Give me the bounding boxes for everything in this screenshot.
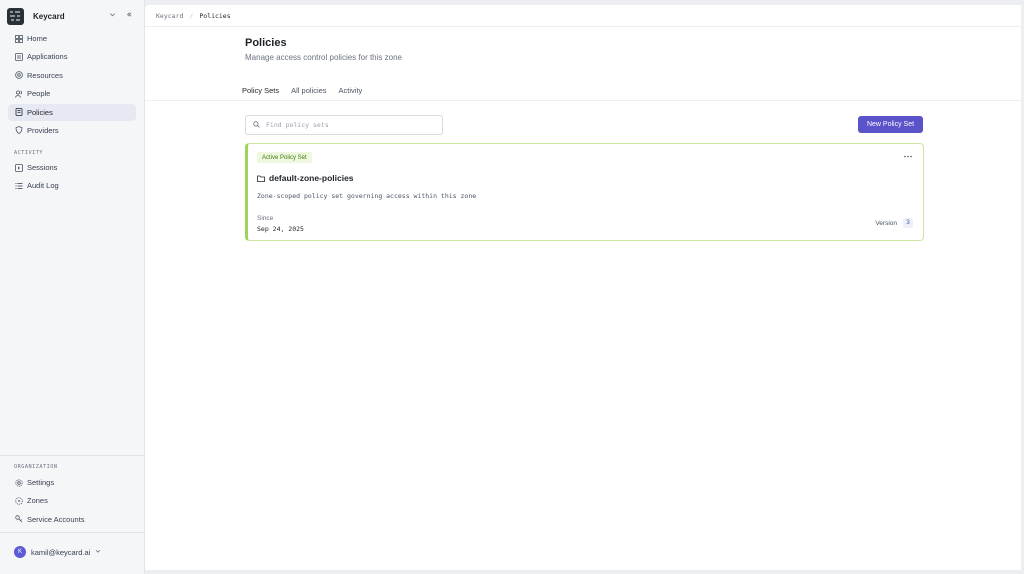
avatar: K: [14, 546, 26, 558]
tabs-divider: [145, 100, 1021, 101]
new-policy-set-button[interactable]: New Policy Set: [858, 116, 923, 133]
workspace-switcher[interactable]: Keycard: [7, 7, 137, 25]
sidebar-item-settings[interactable]: Settings: [8, 474, 136, 491]
section-label-organization: ORGANIZATION: [14, 464, 58, 470]
version-badge: 3: [903, 218, 913, 228]
since-label: Since: [257, 215, 274, 222]
sidebar-item-applications[interactable]: Applications: [8, 48, 136, 65]
gear-icon: [14, 478, 24, 487]
sidebar-item-label: Sessions: [27, 163, 58, 172]
chevron-down-icon[interactable]: [109, 11, 116, 20]
zones-icon: [14, 497, 24, 505]
sidebar-item-label: Settings: [27, 478, 55, 487]
sidebar: Keycard Home Applications Resources Peop…: [0, 0, 145, 574]
collapse-icon[interactable]: [125, 11, 132, 20]
sidebar-item-audit-log[interactable]: Audit Log: [8, 177, 136, 194]
more-options-icon[interactable]: [904, 150, 912, 160]
sidebar-item-service-accounts[interactable]: Service Accounts: [8, 511, 136, 528]
sidebar-item-label: Home: [27, 34, 48, 43]
breadcrumb-current: Policies: [199, 11, 231, 20]
version-label: Version: [875, 219, 897, 227]
applications-icon: [14, 52, 24, 61]
tab-bar: Policy Sets All policies Activity: [237, 81, 369, 101]
sidebar-item-home[interactable]: Home: [8, 30, 136, 47]
search-input[interactable]: [266, 121, 436, 129]
sessions-icon: [14, 163, 24, 172]
sidebar-item-resources[interactable]: Resources: [8, 67, 136, 84]
sidebar-divider: [0, 455, 145, 456]
key-icon: [14, 515, 24, 523]
sidebar-item-providers[interactable]: Providers: [8, 122, 136, 139]
policies-icon: [14, 108, 24, 116]
sidebar-item-label: Resources: [27, 70, 63, 80]
folder-icon: [257, 175, 265, 182]
chevron-down-icon: [95, 548, 101, 556]
sidebar-item-sessions[interactable]: Sessions: [8, 159, 136, 176]
version-info: Version 3: [875, 218, 913, 228]
page-title: Policies: [245, 37, 287, 49]
app: Keycard Home Applications Resources Peop…: [0, 0, 1024, 574]
shield-icon: [14, 126, 24, 135]
sidebar-item-label: Audit Log: [27, 181, 59, 191]
breadcrumb-separator: /: [189, 11, 194, 20]
breadcrumb: Keycard / Policies: [145, 5, 1021, 27]
policy-set-title[interactable]: default-zone-policies: [257, 173, 354, 183]
keycard-logo: [7, 7, 24, 25]
main-content: Keycard / Policies Policies Manage acces…: [145, 5, 1021, 570]
since-date: Sep 24, 2025: [257, 225, 304, 233]
workspace-name: Keycard: [33, 11, 65, 21]
policy-set-name: default-zone-policies: [269, 173, 354, 183]
policy-set-description: Zone-scoped policy set governing access …: [257, 192, 477, 200]
tab-all-policies[interactable]: All policies: [286, 81, 331, 100]
sidebar-item-label: People: [27, 89, 51, 99]
sidebar-divider: [0, 532, 145, 533]
page-subtitle: Manage access control policies for this …: [245, 53, 402, 62]
breadcrumb-root[interactable]: Keycard: [156, 12, 183, 20]
user-email: kamil@keycard.ai: [31, 547, 91, 557]
resources-icon: [14, 71, 24, 80]
sidebar-item-label: Applications: [27, 52, 68, 62]
people-icon: [14, 90, 24, 98]
sidebar-item-label: Policies: [27, 107, 53, 117]
home-icon: [14, 34, 24, 43]
main-nav: Home Applications Resources People Polic…: [8, 30, 136, 140]
sidebar-item-zones[interactable]: Zones: [8, 492, 136, 509]
sidebar-item-label: Providers: [27, 125, 59, 135]
search-icon: [253, 120, 260, 130]
user-menu[interactable]: K kamil@keycard.ai: [14, 546, 101, 558]
status-badge: Active Policy Set: [257, 152, 312, 163]
tab-activity[interactable]: Activity: [334, 81, 368, 100]
search-box[interactable]: [245, 115, 443, 135]
organization-nav: Settings Zones Service Accounts: [8, 474, 136, 529]
sidebar-item-policies[interactable]: Policies: [8, 103, 136, 121]
list-icon: [14, 182, 24, 190]
sidebar-item-label: Service Accounts: [27, 514, 85, 524]
activity-nav: Sessions Audit Log: [8, 159, 136, 196]
tab-policy-sets[interactable]: Policy Sets: [237, 81, 285, 101]
sidebar-item-label: Zones: [27, 496, 48, 506]
sidebar-item-people[interactable]: People: [8, 85, 136, 102]
section-label-activity: ACTIVITY: [14, 150, 43, 156]
policy-set-card[interactable]: Active Policy Set default-zone-policies …: [245, 143, 924, 241]
